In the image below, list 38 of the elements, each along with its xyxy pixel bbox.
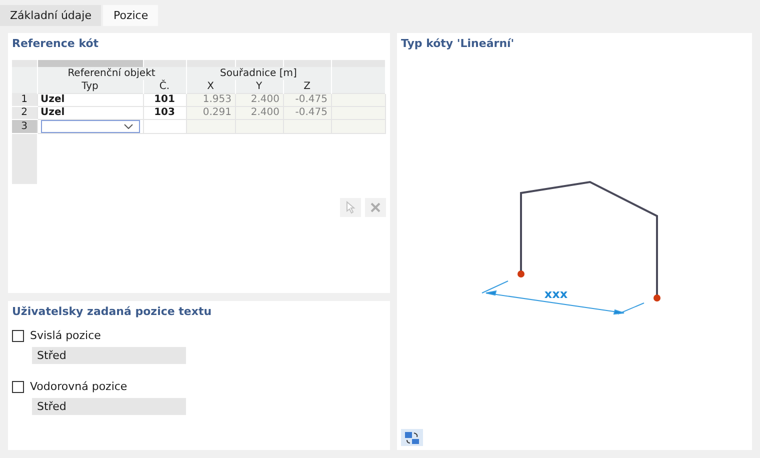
column-header: Referenční objekt xyxy=(37,67,186,80)
table-cell: 1.953 xyxy=(202,94,232,105)
position-dropdown[interactable]: Střed xyxy=(32,347,186,364)
view-toggle-button[interactable] xyxy=(401,429,423,446)
table-cell: 0.291 xyxy=(202,107,232,118)
table-cell: Uzel xyxy=(40,94,65,105)
column-header: Typ xyxy=(37,80,143,93)
row-header[interactable]: 1 xyxy=(12,93,37,106)
column-header: Č. xyxy=(143,80,186,93)
cursor-icon xyxy=(344,201,357,214)
table-cell: 101 xyxy=(154,94,175,105)
dimension-label: xxx xyxy=(544,287,568,301)
column-header: X xyxy=(186,80,235,93)
column-header: Y xyxy=(235,80,283,93)
close-icon xyxy=(370,202,381,213)
table-cell: 2.400 xyxy=(250,107,280,118)
row-header[interactable]: 3 xyxy=(12,119,37,133)
panel-title: Reference kót xyxy=(12,36,100,52)
column-header: Z xyxy=(283,80,331,93)
panel-title: Typ kóty 'Lineární' xyxy=(401,36,516,52)
checkbox[interactable] xyxy=(12,380,24,392)
table-cell: 103 xyxy=(154,107,175,118)
table-cell: 2.400 xyxy=(250,94,280,105)
checkbox-label: Svislá pozice xyxy=(30,329,101,342)
tab[interactable]: Základní údaje xyxy=(0,5,102,26)
tab[interactable]: Pozice xyxy=(103,5,158,26)
checkbox[interactable] xyxy=(12,330,24,342)
chevron-icon xyxy=(124,124,132,128)
table-cell: -0.475 xyxy=(295,107,328,118)
checkbox-label: Vodorovná pozice xyxy=(30,380,128,393)
panel-title: Uživatelsky zadaná pozice textu xyxy=(12,304,213,320)
table-cell: -0.475 xyxy=(295,94,328,105)
row-header[interactable]: 2 xyxy=(12,106,37,119)
table-cell: Uzel xyxy=(40,107,65,118)
type-dropdown[interactable] xyxy=(40,120,140,132)
swap-view-icon xyxy=(404,430,420,444)
column-header: Souřadnice [m] xyxy=(186,67,331,80)
position-dropdown[interactable]: Střed xyxy=(32,398,186,415)
